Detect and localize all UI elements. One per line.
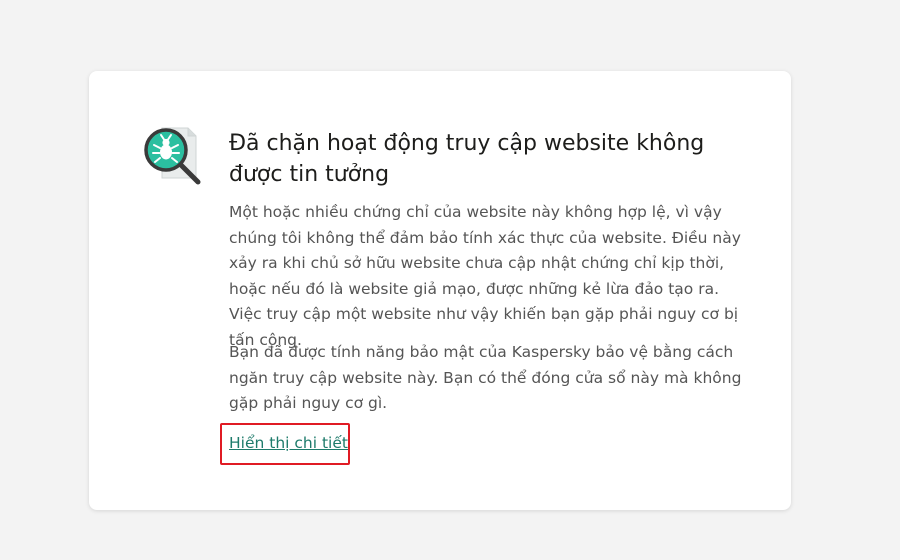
show-details-link[interactable]: Hiển thị chi tiết [229, 431, 348, 456]
magnifier-bug-icon [140, 124, 204, 188]
page-title: Đã chặn hoạt động truy cập website không… [229, 131, 705, 187]
protection-paragraph: Bạn đã được tính năng bảo mật của Kasper… [229, 343, 742, 412]
description-paragraph: Một hoặc nhiều chứng chỉ của website này… [229, 203, 741, 349]
